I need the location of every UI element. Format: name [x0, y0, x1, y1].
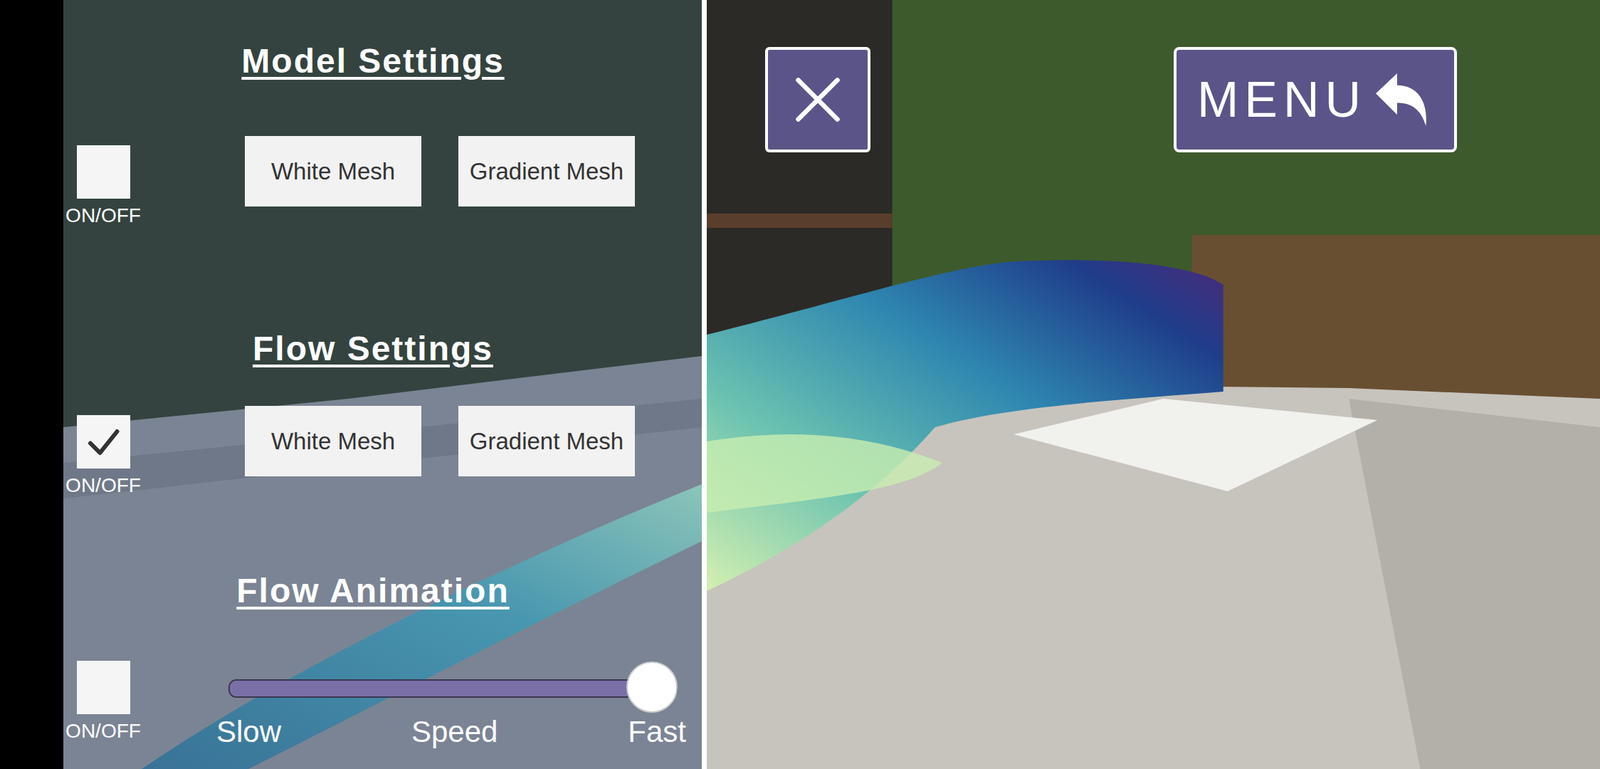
- camera-background: [63, 0, 702, 769]
- toggle-label: ON/OFF: [65, 719, 141, 743]
- menu-button[interactable]: MENU: [1173, 46, 1457, 153]
- section-controls: ON/OFF White Mesh Gradient Mesh: [63, 135, 702, 228]
- section-title: Model Settings: [63, 41, 683, 82]
- slider-track: [228, 679, 678, 698]
- ar-app-screen: Model Settings ON/OFF White Mesh Gradient…: [0, 0, 1600, 769]
- mesh-button[interactable]: Gradient Mesh: [458, 405, 635, 477]
- toggle[interactable]: ON/OFF: [63, 660, 144, 743]
- checkbox[interactable]: [76, 414, 131, 469]
- settings-section: Flow Animation ON/OFF Slow Speed Fast: [63, 570, 702, 750]
- section-controls: ON/OFF White Mesh Gradient Mesh: [63, 405, 702, 497]
- toggle-label: ON/OFF: [65, 474, 141, 497]
- check-icon: [81, 420, 125, 464]
- mesh-button[interactable]: White Mesh: [244, 135, 422, 207]
- slider-label: Speed: [411, 713, 498, 750]
- button-group: White Mesh Gradient Mesh: [244, 405, 635, 477]
- toggle[interactable]: ON/OFF: [63, 135, 144, 228]
- checkbox[interactable]: [76, 145, 131, 199]
- camera-view: MENU: [706, 0, 1600, 769]
- toggle[interactable]: ON/OFF: [63, 405, 144, 497]
- settings-section: Flow Settings ON/OFF White Mesh Gradient …: [63, 328, 702, 497]
- toggle-label: ON/OFF: [65, 204, 141, 228]
- section-title: Flow Settings: [63, 328, 683, 369]
- settings-panel: Model Settings ON/OFF White Mesh Gradient…: [63, 0, 702, 769]
- section-controls: ON/OFF Slow Speed Fast: [63, 660, 702, 750]
- checkbox[interactable]: [76, 660, 131, 714]
- button-group: White Mesh Gradient Mesh: [244, 135, 635, 207]
- slider-fill: [229, 680, 677, 697]
- slider-min-label: Slow: [216, 713, 282, 750]
- left-edge-strip: [0, 0, 64, 769]
- close-icon: [778, 60, 857, 139]
- settings-section: Model Settings ON/OFF White Mesh Gradient…: [63, 41, 702, 228]
- slider-max-label: Fast: [627, 713, 687, 750]
- back-arrow-icon: [1370, 68, 1434, 131]
- slider-track-area[interactable]: [228, 660, 678, 714]
- menu-label: MENU: [1197, 71, 1367, 129]
- close-button[interactable]: [765, 46, 871, 153]
- mesh-button[interactable]: White Mesh: [244, 405, 422, 477]
- mesh-button[interactable]: Gradient Mesh: [458, 135, 635, 207]
- slider-thumb[interactable]: [626, 661, 678, 713]
- speed-slider[interactable]: Slow Speed Fast: [216, 660, 687, 750]
- split-divider: [701, 0, 707, 769]
- slider-labels: Slow Speed Fast: [216, 713, 687, 750]
- section-title: Flow Animation: [63, 570, 683, 611]
